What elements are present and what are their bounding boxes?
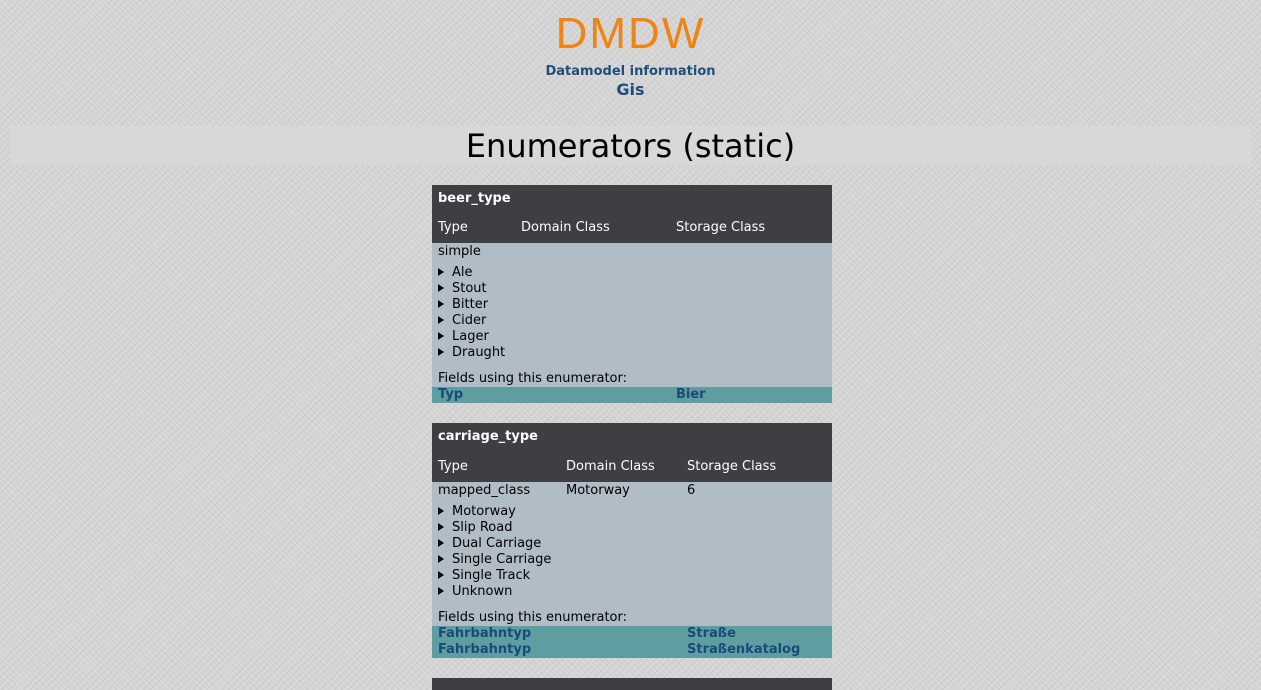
triangle-bullet-icon	[438, 507, 444, 515]
datamodel-subtitle: Datamodel information	[545, 64, 716, 79]
list-item: Motorway	[438, 504, 832, 520]
column-headers: Type Domain Class Storage Class	[432, 213, 832, 243]
list-item: Slip Road	[438, 520, 832, 536]
enumerator-card-carriage-type: carriage_type Type Domain Class Storage …	[432, 423, 832, 658]
list-item: Stout	[438, 281, 832, 297]
list-item: Unknown	[438, 584, 832, 600]
column-header-domain-class: Domain Class	[566, 459, 655, 474]
list-item: Ale	[438, 265, 832, 281]
list-item: Single Track	[438, 568, 832, 584]
value-list: Motorway Slip Road Dual Carriage Single …	[432, 502, 832, 600]
enumerator-info-row: mapped_class Motorway 6	[432, 482, 832, 502]
field-usage-row[interactable]: Typ Bier	[432, 387, 832, 403]
triangle-bullet-icon	[438, 268, 444, 276]
field-link[interactable]: Fahrbahntyp	[438, 643, 531, 657]
enumerator-info-row: simple	[432, 243, 832, 263]
triangle-bullet-icon	[438, 316, 444, 324]
column-headers: Type Domain Class Storage Class	[432, 452, 832, 482]
column-header-storage-class: Storage Class	[676, 220, 766, 235]
field-usage-row[interactable]: Fahrbahntyp Straßenkatalog	[432, 642, 832, 658]
table-link[interactable]: Straße	[687, 627, 736, 641]
enumerator-name: carriage_type	[438, 429, 538, 444]
column-header-type: Type	[438, 459, 468, 474]
list-item: Bitter	[438, 297, 832, 313]
field-usage-row[interactable]: Fahrbahntyp Straße	[432, 626, 832, 642]
table-link[interactable]: Bier	[676, 388, 706, 402]
enumerator-header: carriage_type Type Domain Class Storage …	[432, 423, 832, 482]
list-item: Lager	[438, 329, 832, 345]
value-list: Ale Stout Bitter Cider Lager Draught	[432, 263, 832, 361]
table-link[interactable]: Straßenkatalog	[687, 643, 800, 657]
triangle-bullet-icon	[438, 555, 444, 563]
field-link[interactable]: Fahrbahntyp	[438, 627, 531, 641]
triangle-bullet-icon	[438, 300, 444, 308]
column-header-storage-class: Storage Class	[687, 459, 777, 474]
triangle-bullet-icon	[438, 587, 444, 595]
triangle-bullet-icon	[438, 332, 444, 340]
list-item: Draught	[438, 345, 832, 361]
triangle-bullet-icon	[438, 284, 444, 292]
enumerator-storage-class: 6	[687, 483, 696, 498]
enumerator-body: mapped_class Motorway 6 Motorway Slip Ro…	[432, 482, 832, 626]
enumerator-header: beer_type Type Domain Class Storage Clas…	[432, 185, 832, 243]
enumerator-type: mapped_class	[438, 483, 531, 498]
enumerator-domain-class: Motorway	[566, 483, 630, 498]
column-header-domain-class: Domain Class	[521, 220, 610, 235]
triangle-bullet-icon	[438, 571, 444, 579]
enumerator-name: beer_type	[438, 191, 511, 206]
page-title: Enumerators (static)	[10, 126, 1251, 165]
triangle-bullet-icon	[438, 523, 444, 531]
enumerator-card-beer-type: beer_type Type Domain Class Storage Clas…	[432, 185, 832, 403]
model-name: Gis	[616, 80, 645, 99]
app-logo: DMDW	[555, 9, 706, 58]
list-item: Dual Carriage	[438, 536, 832, 552]
triangle-bullet-icon	[438, 539, 444, 547]
triangle-bullet-icon	[438, 348, 444, 356]
enumerator-body: simple Ale Stout Bitter Cider Lager Drau…	[432, 243, 832, 387]
enumerator-card-partial	[432, 678, 832, 690]
fields-label: Fields using this enumerator:	[438, 371, 628, 386]
field-link[interactable]: Typ	[438, 388, 463, 402]
list-item: Cider	[438, 313, 832, 329]
list-item: Single Carriage	[438, 552, 832, 568]
enumerator-type: simple	[438, 244, 481, 259]
fields-label: Fields using this enumerator:	[438, 610, 628, 625]
column-header-type: Type	[438, 220, 468, 235]
